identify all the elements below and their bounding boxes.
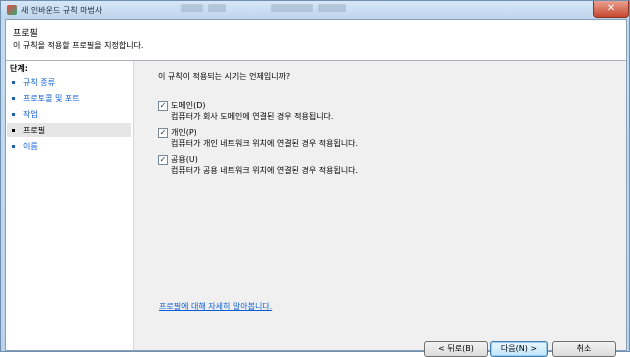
step-bullet-icon: [12, 113, 15, 116]
learn-more-link[interactable]: 프로필에 대해 자세히 알아봅니다.: [159, 301, 272, 312]
step-bullet-icon: [12, 129, 15, 132]
domain-checkbox[interactable]: ✓: [158, 101, 168, 111]
option-label[interactable]: 공용(U): [171, 154, 198, 165]
title-bar-ghost-text: [181, 4, 431, 16]
step-protocol-ports[interactable]: 프로토콜 및 포트: [7, 91, 131, 105]
step-label: 규칙 종류: [23, 78, 55, 87]
checkmark-icon: ✓: [159, 155, 167, 164]
option-label[interactable]: 도메인(D): [171, 100, 205, 111]
page-title: 프로필: [13, 29, 38, 39]
option-description: 컴퓨터가 공용 네트워크 위치에 연결된 경우 적용됩니다.: [171, 166, 359, 175]
next-button[interactable]: 다음(N) >: [490, 341, 548, 357]
close-icon: ✕: [606, 3, 616, 14]
step-rule-type[interactable]: 규칙 종류: [7, 75, 131, 89]
step-label: 프로토콜 및 포트: [23, 94, 80, 103]
page-subtitle: 이 규칙을 적용할 프로필을 지정합니다.: [13, 41, 144, 50]
option-label[interactable]: 개인(P): [171, 127, 197, 138]
step-profile[interactable]: 프로필: [7, 123, 131, 137]
step-label: 프로필: [23, 126, 46, 135]
close-button[interactable]: ✕: [593, 1, 629, 18]
wizard-client-area: 프로필 이 규칙을 적용할 프로필을 지정합니다. 단계: 규칙 종류 프로토콜…: [5, 19, 627, 357]
step-name[interactable]: 이름: [7, 139, 131, 153]
steps-heading: 단계:: [10, 64, 28, 73]
steps-pane: 단계: 규칙 종류 프로토콜 및 포트 작업 프로필 이름: [6, 61, 134, 350]
private-checkbox[interactable]: ✓: [158, 128, 168, 138]
step-bullet-icon: [12, 145, 15, 148]
public-checkbox[interactable]: ✓: [158, 155, 168, 165]
checkmark-icon: ✓: [159, 128, 167, 137]
page-header: 프로필 이 규칙을 적용할 프로필을 지정합니다.: [6, 20, 626, 61]
title-bar[interactable]: 새 인바운드 규칙 마법사 ✕: [1, 1, 629, 19]
back-button[interactable]: < 뒤로(B): [424, 341, 488, 357]
step-bullet-icon: [12, 97, 15, 100]
step-bullet-icon: [12, 81, 15, 84]
firewall-icon: [7, 5, 17, 15]
question-text: 이 규칙이 적용되는 시기는 언제입니까?: [158, 72, 291, 81]
option-description: 컴퓨터가 개인 네트워크 위치에 연결된 경우 적용됩니다.: [171, 139, 359, 148]
option-description: 컴퓨터가 회사 도메인에 연결된 경우 적용됩니다.: [171, 112, 334, 121]
main-pane: 이 규칙이 적용되는 시기는 언제입니까? ✓ 도메인(D) 컴퓨터가 회사 도…: [134, 61, 626, 357]
wizard-window: 새 인바운드 규칙 마법사 ✕ 프로필 이 규칙을 적용할 프로필을 지정합니다…: [0, 0, 630, 357]
checkmark-icon: ✓: [159, 101, 167, 110]
step-label: 이름: [23, 142, 38, 151]
step-action[interactable]: 작업: [7, 107, 131, 121]
window-title: 새 인바운드 규칙 마법사: [21, 6, 103, 15]
cancel-button[interactable]: 취소: [552, 341, 616, 357]
step-label: 작업: [23, 110, 38, 119]
